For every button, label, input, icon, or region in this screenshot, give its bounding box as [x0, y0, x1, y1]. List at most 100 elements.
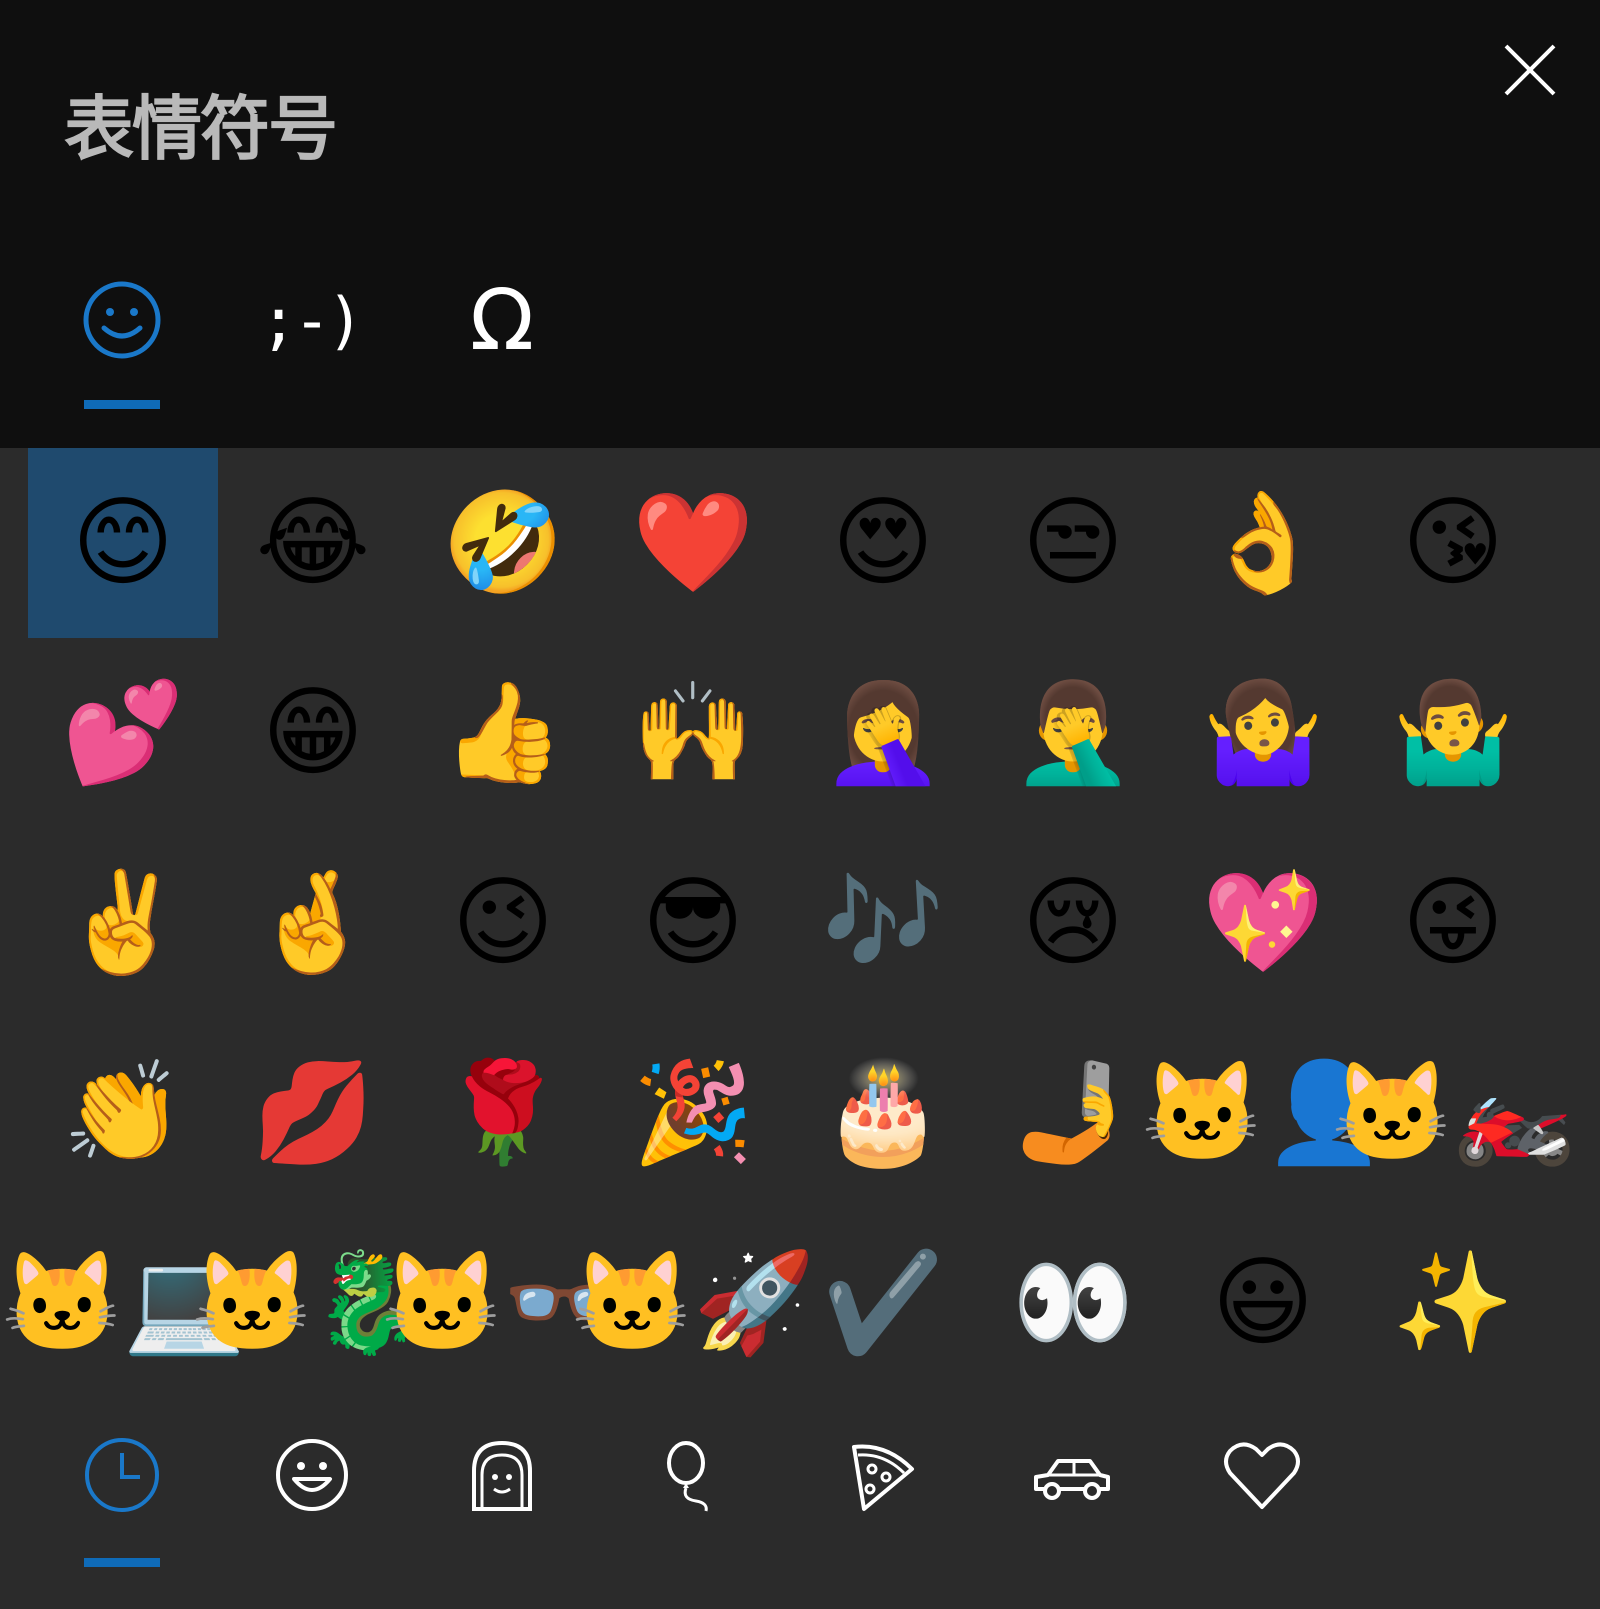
- emoji-cell[interactable]: 🤷‍♀️: [1168, 638, 1358, 828]
- close-button[interactable]: [1500, 40, 1560, 100]
- emoji-cell[interactable]: 😘: [1358, 448, 1548, 638]
- emoji-cell[interactable]: 👌: [1168, 448, 1358, 638]
- emoji-cell[interactable]: 😒: [978, 448, 1168, 638]
- emoji-glyph: 💖: [1201, 866, 1325, 980]
- emoji-glyph: 👏: [61, 1056, 185, 1170]
- emoji-glyph: 🤦‍♀️: [821, 676, 945, 790]
- emoji-glyph: 😢: [1021, 866, 1125, 980]
- category-smileys[interactable]: [252, 1425, 372, 1525]
- emoji-glyph: 👌: [1201, 486, 1325, 600]
- emoji-cell[interactable]: 🐱‍🐉: [191, 1208, 435, 1398]
- emoji-glyph: 🎶: [821, 866, 945, 980]
- balloon-icon: [667, 1441, 708, 1512]
- category-active-indicator: [84, 1558, 160, 1567]
- emoji-glyph: 😂: [255, 486, 371, 600]
- emoji-glyph: 🐱‍🚀: [570, 1246, 816, 1360]
- tab-symbols[interactable]: Ω: [442, 270, 562, 370]
- kaomoji-label: ;-): [260, 283, 364, 357]
- person-icon: [472, 1440, 532, 1511]
- emoji-glyph: 😃: [1211, 1246, 1315, 1360]
- close-icon: [1504, 44, 1556, 96]
- emoji-glyph: ✌️: [61, 866, 185, 980]
- emoji-cell[interactable]: 🐱‍👓: [381, 1208, 625, 1398]
- pizza-icon: [852, 1444, 914, 1511]
- emoji-cell[interactable]: 🤦‍♀️: [788, 638, 978, 828]
- emoji-cell[interactable]: 🐱‍💻: [1, 1208, 245, 1398]
- smiley-outline-icon: [83, 281, 161, 359]
- emoji-cell[interactable]: 🤷‍♂️: [1358, 638, 1548, 828]
- emoji-glyph: 🙌: [631, 676, 755, 790]
- panel-header: 表情符号 ;-) Ω: [0, 0, 1600, 448]
- category-symbols[interactable]: [1202, 1425, 1322, 1525]
- emoji-cell[interactable]: 😜: [1358, 828, 1548, 1018]
- category-celebrations[interactable]: [632, 1425, 752, 1525]
- emoji-glyph: 😊: [71, 486, 175, 600]
- category-food[interactable]: [822, 1425, 942, 1525]
- clock-icon: [85, 1438, 159, 1512]
- emoji-glyph: ✔️: [821, 1246, 945, 1360]
- emoji-glyph: 💋: [251, 1056, 375, 1170]
- omega-icon: Ω: [469, 271, 535, 369]
- tab-kaomoji[interactable]: ;-): [250, 270, 370, 370]
- car-icon: [1034, 1459, 1110, 1500]
- category-people[interactable]: [442, 1425, 562, 1525]
- emoji-glyph: 👍: [441, 676, 565, 790]
- emoji-panel: 表情符号 ;-) Ω 😊 😂 🤣 ❤️ 😍 😒 👌 😘 💕 😁 👍: [0, 0, 1600, 1609]
- emoji-cell[interactable]: 😊: [28, 448, 218, 638]
- emoji-glyph: 🤷‍♂️: [1391, 676, 1515, 790]
- emoji-cell[interactable]: 🎂: [788, 1018, 978, 1208]
- emoji-glyph: 😒: [1021, 486, 1125, 600]
- emoji-glyph: 🐱‍🏍: [1330, 1056, 1576, 1170]
- emoji-cell[interactable]: ✨: [1358, 1208, 1548, 1398]
- emoji-cell[interactable]: 👏: [28, 1018, 218, 1208]
- emoji-cell[interactable]: 👍: [408, 638, 598, 828]
- smiley-face-icon: [276, 1439, 348, 1511]
- emoji-cell[interactable]: 😢: [978, 828, 1168, 1018]
- emoji-cell[interactable]: 😎: [598, 828, 788, 1018]
- tab-emoji[interactable]: [62, 270, 182, 370]
- emoji-glyph: 😜: [1401, 866, 1505, 980]
- emoji-cell[interactable]: 🤞: [218, 828, 408, 1018]
- emoji-glyph: ❤️: [631, 486, 755, 600]
- emoji-glyph: 😁: [261, 676, 365, 790]
- emoji-cell[interactable]: 🌹: [408, 1018, 598, 1208]
- emoji-glyph: 😘: [1401, 486, 1505, 600]
- emoji-cell[interactable]: 🐱‍🚀: [571, 1208, 815, 1398]
- emoji-cell[interactable]: ✔️: [788, 1208, 978, 1398]
- emoji-cell[interactable]: 👀: [978, 1208, 1168, 1398]
- emoji-cell[interactable]: 😃: [1168, 1208, 1358, 1398]
- emoji-cell[interactable]: 🎶: [788, 828, 978, 1018]
- emoji-glyph: 🤳: [1011, 1056, 1135, 1170]
- emoji-glyph: 🌹: [441, 1056, 565, 1170]
- panel-title: 表情符号: [64, 88, 338, 170]
- emoji-cell[interactable]: ✌️: [28, 828, 218, 1018]
- emoji-glyph: 🤦‍♂️: [1011, 676, 1135, 790]
- emoji-cell[interactable]: 🐱‍👤: [1141, 1018, 1385, 1208]
- emoji-cell[interactable]: 💖: [1168, 828, 1358, 1018]
- emoji-glyph: 😍: [831, 486, 935, 600]
- emoji-cell[interactable]: 😁: [218, 638, 408, 828]
- emoji-cell[interactable]: ❤️: [598, 448, 788, 638]
- emoji-cell[interactable]: 🤳: [978, 1018, 1168, 1208]
- emoji-cell[interactable]: 💋: [218, 1018, 408, 1208]
- emoji-cell[interactable]: 💕: [28, 638, 218, 828]
- emoji-cell[interactable]: 🎉: [598, 1018, 788, 1208]
- emoji-glyph: 🎉: [631, 1056, 755, 1170]
- emoji-cell[interactable]: 😉: [408, 828, 598, 1018]
- emoji-glyph: 😎: [641, 866, 745, 980]
- tab-active-indicator: [84, 400, 160, 409]
- emoji-cell[interactable]: 😍: [788, 448, 978, 638]
- emoji-glyph: 🤣: [441, 486, 565, 600]
- emoji-glyph: 🤷‍♀️: [1201, 676, 1325, 790]
- emoji-glyph: 💕: [61, 676, 185, 790]
- emoji-glyph: 😉: [451, 866, 555, 980]
- category-recent[interactable]: [62, 1425, 182, 1525]
- emoji-cell[interactable]: 🙌: [598, 638, 788, 828]
- emoji-cell[interactable]: 🤣: [408, 448, 598, 638]
- category-travel[interactable]: [1012, 1425, 1132, 1525]
- heart-outline-icon: [1224, 1442, 1300, 1509]
- emoji-cell[interactable]: 😂: [218, 448, 408, 638]
- emoji-cell[interactable]: 🐱‍🏍: [1331, 1018, 1575, 1208]
- emoji-glyph: 🤞: [251, 866, 375, 980]
- emoji-cell[interactable]: 🤦‍♂️: [978, 638, 1168, 828]
